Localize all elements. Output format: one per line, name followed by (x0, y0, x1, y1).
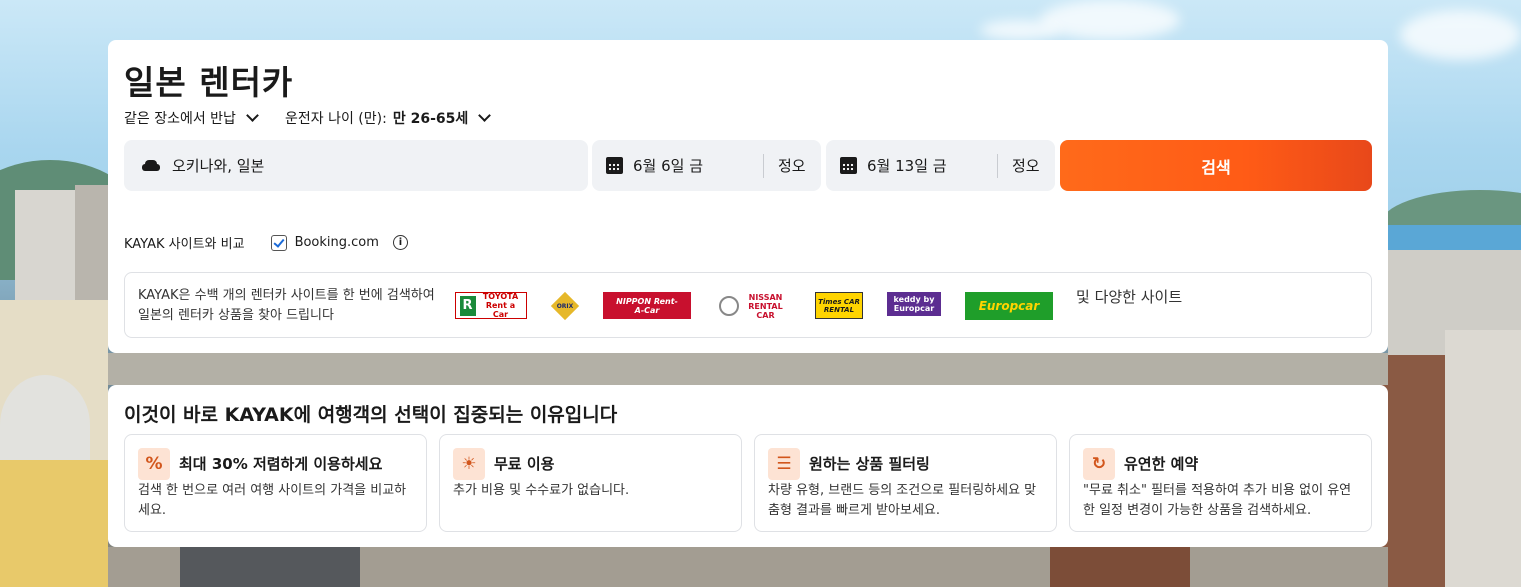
compare-label: KAYAK 사이트와 비교 (124, 237, 245, 252)
filter-sliders-icon: ☰ (768, 448, 800, 480)
keddy-logo: keddy by Europcar (887, 292, 941, 316)
feature-desc: 검색 한 번으로 여러 여행 사이트의 가격을 비교하세요. (138, 483, 407, 518)
feature-desc: "무료 취소" 필터를 적용하여 추가 비용 없이 유연한 일정 변경이 가능한… (1083, 483, 1352, 518)
nissan-rental-car-logo: NISSAN RENTAL CAR (717, 293, 791, 320)
times-car-rental-logo: Times CAR RENTAL (815, 292, 863, 319)
feature-card-flexible: ↻ 유연한 예약 "무료 취소" 필터를 적용하여 추가 비용 없이 유연한 일… (1069, 434, 1372, 532)
why-title: 이것이 바로 KAYAK에 여행객의 선택이 집중되는 이유입니다 (124, 404, 618, 426)
car-icon (142, 159, 160, 172)
feature-title: 무료 이용 (494, 455, 555, 473)
pickup-date-value: 6월 6일 금 (633, 157, 704, 175)
dropoff-date-value: 6월 13일 금 (867, 157, 947, 175)
chevron-down-icon (478, 109, 492, 122)
search-button[interactable]: 검색 (1060, 140, 1372, 191)
booking-com-label[interactable]: Booking.com (295, 235, 379, 250)
partners-description: KAYAK은 수백 개의 렌터카 사이트를 한 번에 검색하여 일본의 렌터카 … (138, 288, 435, 323)
compare-row: KAYAK 사이트와 비교 Booking.com i (124, 233, 408, 252)
booking-com-checkbox[interactable] (270, 234, 287, 251)
feature-desc: 차량 유형, 브랜드 등의 조건으로 필터링하세요 맞춤형 결과를 빠르게 받아… (768, 483, 1037, 518)
return-location-dropdown[interactable]: 같은 장소에서 반납 (124, 108, 259, 128)
pickup-time-select[interactable]: 정오 (764, 155, 806, 176)
why-kayak-card: 이것이 바로 KAYAK에 여행객의 선택이 집중되는 이유입니다 % 최대 3… (108, 385, 1388, 547)
return-location-label: 같은 장소에서 반납 (124, 111, 236, 127)
feature-card-savings: % 최대 30% 저렴하게 이용하세요 검색 한 번으로 여러 여행 사이트의 … (124, 434, 427, 532)
toyota-rent-a-car-logo: R TOYOTA Rent a Car (455, 292, 527, 319)
feature-card-filter: ☰ 원하는 상품 필터링 차량 유형, 브랜드 등의 조건으로 필터링하세요 맞… (754, 434, 1057, 532)
partner-sites-box: KAYAK은 수백 개의 렌터카 사이트를 한 번에 검색하여 일본의 렌터카 … (124, 272, 1372, 338)
feature-title: 원하는 상품 필터링 (809, 455, 930, 473)
pickup-date-input[interactable]: 6월 6일 금 (592, 153, 764, 178)
pickup-location-input[interactable]: 오키나와, 일본 (124, 140, 588, 191)
driver-age-value: 만 26-65세 (392, 111, 469, 127)
driver-age-dropdown[interactable]: 운전자 나이 (만): 만 26-65세 (285, 108, 492, 128)
dropoff-date-input[interactable]: 6월 13일 금 (826, 153, 998, 178)
europcar-logo: Europcar (965, 292, 1053, 320)
discount-tag-icon: % (138, 448, 170, 480)
dropoff-date-field: 6월 13일 금 정오 (826, 140, 1055, 191)
search-card: 일본 렌터카 같은 장소에서 반납 운전자 나이 (만): 만 26-65세 오… (108, 40, 1388, 353)
lightbulb-icon: ☀ (453, 448, 485, 480)
calendar-icon (840, 157, 857, 174)
nippon-rent-a-car-logo: NIPPON Rent-A-Car (603, 292, 691, 319)
feature-title: 최대 30% 저렴하게 이용하세요 (179, 455, 383, 473)
pickup-location-value: 오키나와, 일본 (172, 157, 265, 175)
orix-logo: ORIX (550, 291, 580, 321)
more-sites-label: 및 다양한 사이트 (1076, 288, 1183, 306)
flexible-calendar-icon: ↻ (1083, 448, 1115, 480)
driver-age-prefix: 운전자 나이 (만): (285, 111, 387, 127)
chevron-down-icon (246, 109, 259, 122)
feature-title: 유연한 예약 (1124, 455, 1199, 473)
feature-card-free: ☀ 무료 이용 추가 비용 및 수수료가 없습니다. (439, 434, 742, 532)
feature-desc: 추가 비용 및 수수료가 없습니다. (453, 483, 630, 498)
pickup-date-field: 6월 6일 금 정오 (592, 140, 821, 191)
page-title: 일본 렌터카 (124, 63, 294, 102)
calendar-icon (606, 157, 623, 174)
info-icon[interactable]: i (392, 235, 408, 250)
dropoff-time-select[interactable]: 정오 (998, 155, 1040, 176)
